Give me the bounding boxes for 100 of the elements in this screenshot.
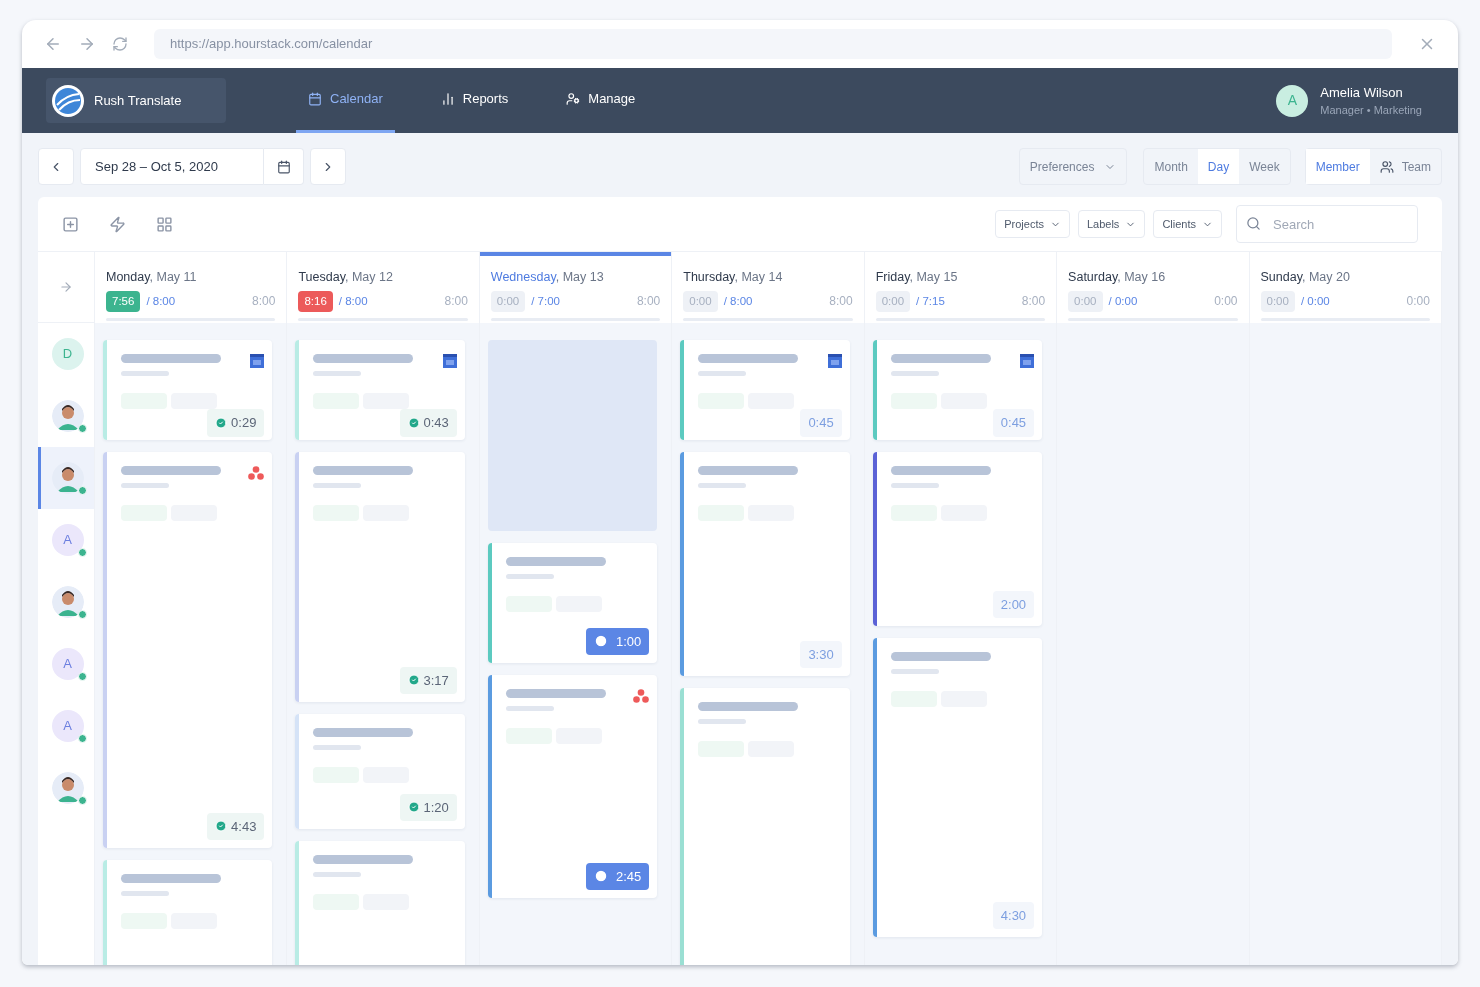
total-time: 8:00: [636, 293, 661, 311]
skeleton-bar: [313, 872, 362, 877]
target-time: / 0:00: [1108, 293, 1138, 309]
worked-time: 0:00: [875, 290, 911, 312]
time-entry-card[interactable]: 4:43: [103, 452, 273, 848]
check-icon: [407, 801, 420, 814]
timer-badge[interactable]: 2:45: [585, 862, 650, 890]
check-icon: [215, 820, 228, 833]
day-header[interactable]: Saturday, May 16 0:00 / 0:00 0:00: [1057, 252, 1249, 323]
date-range-field[interactable]: Sep 28 – Oct 5, 2020: [80, 148, 264, 185]
skeleton-bar: [890, 371, 939, 376]
total-time: 0:00: [1406, 293, 1430, 311]
day-header[interactable]: Monday, May 11 7:56 / 8:00 8:00: [95, 252, 287, 323]
forward-icon[interactable]: [78, 35, 96, 53]
member-row[interactable]: A: [38, 633, 94, 695]
workspace-switcher[interactable]: Rush Translate: [46, 78, 226, 123]
check-icon: [407, 416, 420, 429]
total-time: 8:00: [444, 293, 468, 311]
skeleton-bar: [698, 719, 747, 724]
address-bar[interactable]: https://app.hourstack.com/calendar: [154, 29, 1392, 59]
skeleton-bar: [505, 706, 554, 711]
day-header[interactable]: Wednesday, May 13 0:00 / 7:00 8:00: [479, 252, 672, 323]
member-row[interactable]: A: [38, 695, 94, 757]
user-name: Amelia Wilson: [1320, 83, 1404, 102]
avatar-figure: [51, 772, 84, 804]
nav-tab[interactable]: Reports: [428, 68, 521, 133]
duration-badge: 0:45: [800, 409, 842, 437]
duration-badge: 0:43: [399, 409, 457, 437]
member-row[interactable]: A: [38, 509, 94, 571]
view-tab[interactable]: Month: [1144, 149, 1198, 184]
view-tab[interactable]: Week: [1239, 149, 1290, 184]
time-entry-card[interactable]: 3:30: [680, 452, 850, 676]
user-icon: [566, 92, 581, 106]
day-title: Saturday, May 16: [1068, 269, 1167, 286]
add-icon[interactable]: [62, 215, 79, 233]
time-entry-card[interactable]: 2:00: [872, 452, 1043, 626]
previous-button[interactable]: [38, 148, 74, 185]
duration-badge: 1:20: [399, 793, 457, 821]
day-title: Friday, May 15: [875, 269, 959, 286]
filter-dropdown[interactable]: Projects: [995, 210, 1070, 238]
time-entry-card[interactable]: 0:45: [872, 340, 1043, 440]
target-time: / 8:00: [338, 293, 368, 309]
avatar-figure: [51, 586, 84, 618]
target-time: / 0:00: [1300, 293, 1330, 309]
day-header[interactable]: Thursday, May 14 0:00 / 8:00 8:00: [672, 252, 864, 323]
filter-dropdown[interactable]: Clients: [1153, 210, 1222, 238]
filter-dropdown[interactable]: Labels: [1077, 210, 1146, 238]
avatar: D: [51, 338, 84, 370]
target-time: / 8:00: [723, 293, 753, 309]
member-row[interactable]: [38, 447, 94, 509]
avatar: A: [51, 524, 84, 556]
time-entry-card[interactable]: 1:00: [487, 543, 658, 663]
day-title: Monday, May 11: [106, 269, 198, 286]
time-entry-card[interactable]: 4:30: [872, 638, 1043, 937]
skeleton-bar: [505, 574, 554, 579]
arrow-icon[interactable]: [59, 280, 73, 294]
back-icon[interactable]: [44, 35, 62, 53]
people-icon: [1379, 159, 1394, 174]
date-picker-button[interactable]: [264, 148, 304, 185]
time-entry-card[interactable]: 0:43: [295, 340, 465, 440]
time-entry-card[interactable]: 0:45: [680, 340, 850, 440]
day-header[interactable]: Sunday, May 20 0:00 / 0:00 0:00: [1249, 252, 1441, 323]
worked-time: 8:16: [298, 290, 333, 312]
reload-icon[interactable]: [112, 36, 128, 52]
view-tab[interactable]: Day: [1197, 149, 1240, 184]
calendar-icon: [308, 92, 322, 106]
globe-logo-icon: [52, 84, 84, 117]
duration-badge: 2:00: [992, 590, 1035, 618]
nav-tab[interactable]: Manage: [554, 68, 648, 133]
day-header[interactable]: Friday, May 15 0:00 / 7:15 8:00: [864, 252, 1057, 323]
lightning-icon[interactable]: [109, 215, 126, 233]
search-field[interactable]: Search: [1236, 205, 1418, 243]
time-entry-card[interactable]: 2:45: [487, 675, 658, 898]
grid-icon[interactable]: [156, 215, 173, 233]
preferences-dropdown[interactable]: Preferences: [1018, 148, 1128, 185]
avatar-figure: [51, 462, 84, 494]
target-time: / 7:15: [916, 293, 945, 309]
time-entry-card[interactable]: 0:29: [103, 340, 273, 440]
avatar: A: [51, 710, 84, 742]
worked-time: 0:00: [490, 290, 526, 312]
scope-tab[interactable]: Team: [1369, 149, 1441, 184]
duration-badge: 0:29: [207, 409, 265, 437]
member-row[interactable]: D: [38, 323, 94, 385]
time-entry-card[interactable]: 1:20: [295, 714, 465, 829]
target-time: / 8:00: [146, 293, 176, 309]
duration-badge: 3:17: [399, 666, 457, 694]
skeleton-bar: [313, 371, 362, 376]
next-button[interactable]: [310, 148, 346, 185]
skeleton-bar: [698, 483, 747, 488]
total-time: 8:00: [829, 293, 853, 311]
skeleton-bar: [890, 483, 939, 488]
day-title: Wednesday, May 13: [490, 269, 605, 286]
skeleton-bar: [698, 371, 747, 376]
skeleton-bar: [313, 483, 362, 488]
scope-tab[interactable]: Member: [1305, 149, 1370, 184]
timer-badge[interactable]: 1:00: [585, 627, 650, 655]
time-entry-card[interactable]: 3:17: [295, 452, 465, 702]
duration-badge: 0:45: [992, 409, 1035, 437]
time-entry-card[interactable]: [680, 688, 850, 965]
day-header[interactable]: Tuesday, May 12 8:16 / 8:00 8:00: [287, 252, 479, 323]
